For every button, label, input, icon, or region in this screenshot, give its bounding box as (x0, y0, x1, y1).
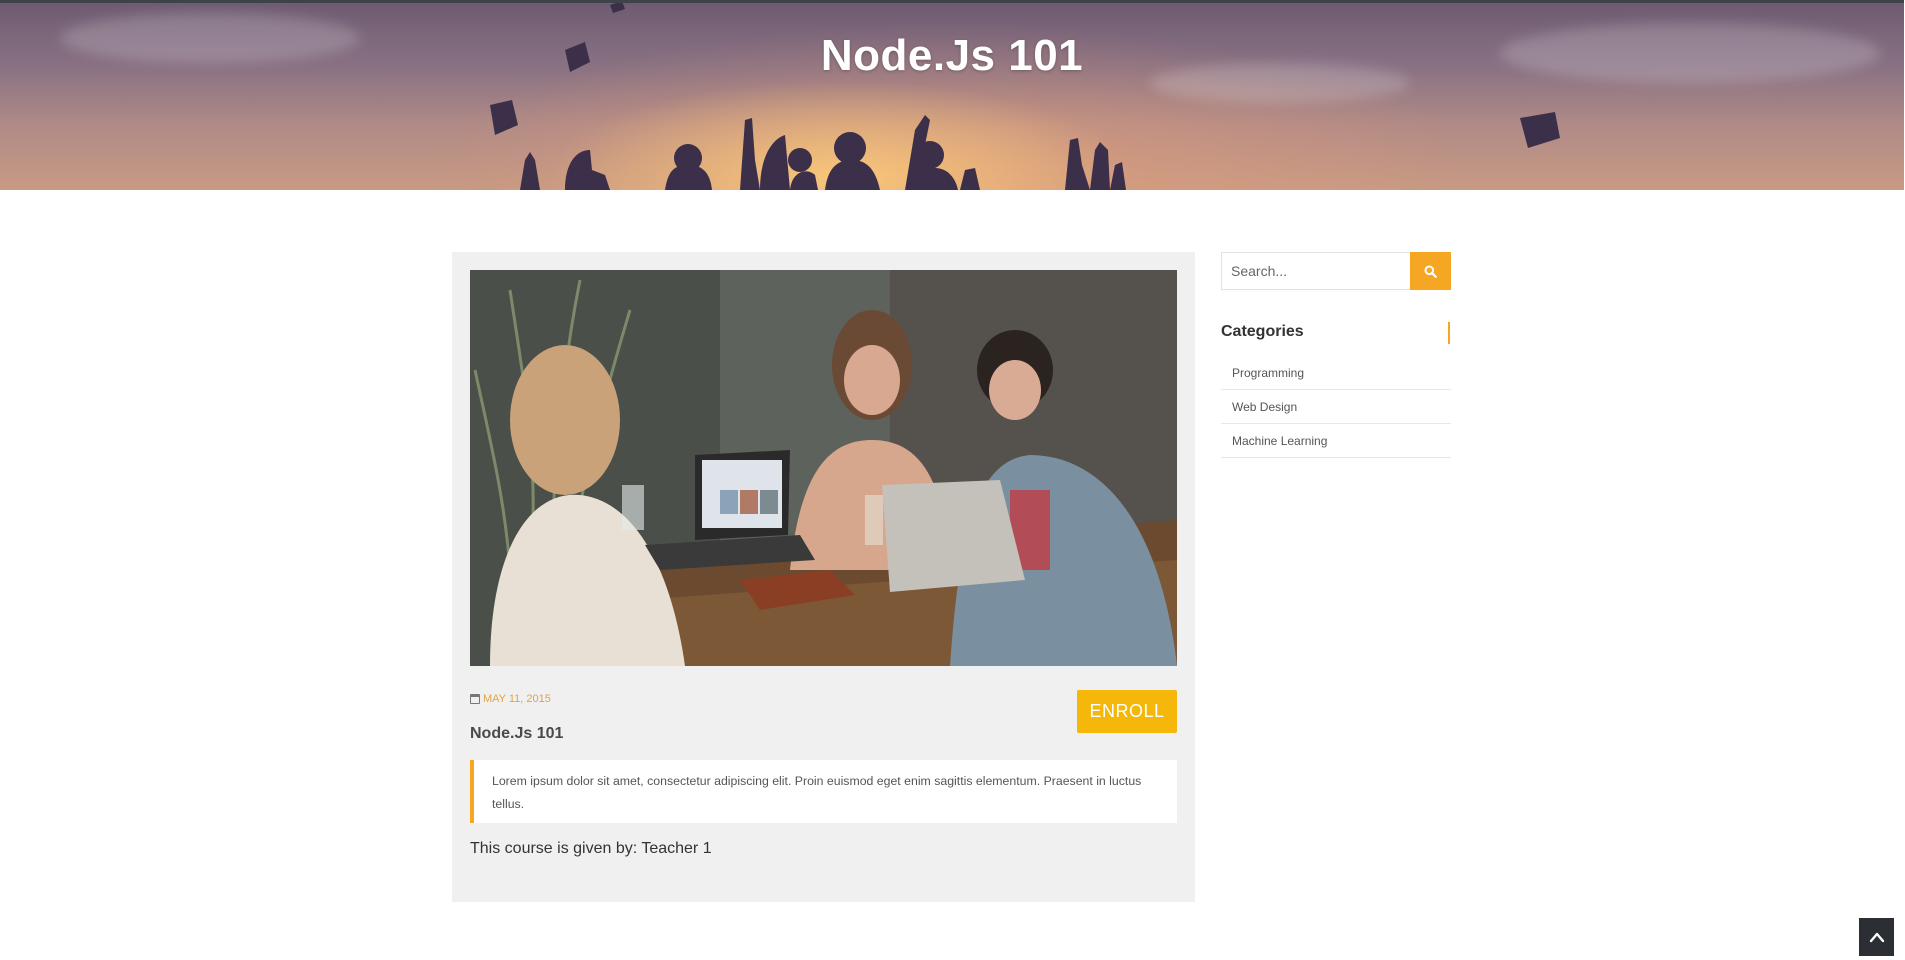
page-title: Node.Js 101 (820, 31, 1084, 80)
search-icon (1424, 265, 1437, 278)
chevron-up-icon (1869, 932, 1884, 943)
teacher-info: This course is given by: Teacher 1 (470, 840, 712, 857)
search-button[interactable] (1410, 252, 1451, 290)
course-photo (470, 270, 1177, 666)
graduates-silhouette-image (490, 3, 1560, 190)
calendar-icon (470, 694, 480, 704)
hero-banner: Node.Js 101 (0, 0, 1904, 190)
course-excerpt: Lorem ipsum dolor sit amet, consectetur … (470, 760, 1177, 823)
category-list: Programming Web Design Machine Learning (1221, 356, 1451, 458)
category-item-programming[interactable]: Programming (1221, 356, 1451, 390)
post-title: Node.Js 101 (470, 725, 564, 742)
category-item-web-design[interactable]: Web Design (1221, 390, 1451, 424)
post-date: MAY 11, 2015 (470, 693, 551, 705)
categories-heading: Categories (1221, 323, 1304, 340)
enroll-button[interactable]: ENROLL (1077, 690, 1177, 733)
category-item-machine-learning[interactable]: Machine Learning (1221, 424, 1451, 458)
back-to-top-button[interactable] (1859, 918, 1894, 956)
students-at-table-illustration (470, 270, 1177, 666)
post-date-text: MAY 11, 2015 (483, 693, 551, 705)
search-form (1221, 252, 1451, 290)
search-input[interactable] (1221, 252, 1410, 290)
heading-accent-bar (1448, 322, 1450, 344)
